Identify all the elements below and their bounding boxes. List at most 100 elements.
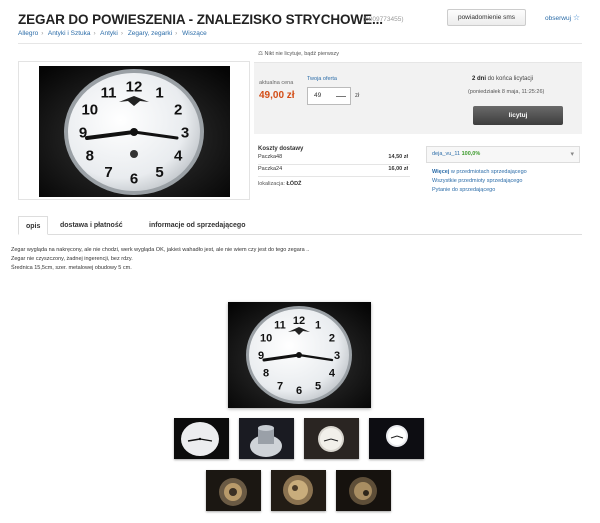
offer-input[interactable]: 49 <box>307 87 351 105</box>
thumbnail-photo <box>239 418 294 459</box>
gallery-main-image[interactable]: 12 1 2 3 4 5 6 7 8 9 10 11 <box>228 302 371 408</box>
clock-numeral: 7 <box>104 164 112 181</box>
page-title: ZEGAR DO POWIESZENIA - ZNALEZISKO STRYCH… <box>18 12 383 27</box>
description: Zegar wygląda na nakręcony, ale nie chod… <box>11 246 309 273</box>
breadcrumb-separator: › <box>175 30 178 37</box>
breadcrumb: Allegro › Antyki i Sztuka › Antyki › Zegary… <box>18 30 207 37</box>
thumbnail-photo <box>304 418 359 459</box>
breadcrumb-separator: › <box>120 30 123 37</box>
time-left: 2 dni do końca licytacji <box>472 76 533 82</box>
clock-numeral: 8 <box>86 147 94 164</box>
clock-numeral: 10 <box>260 333 272 345</box>
clock-numeral: 2 <box>174 101 182 118</box>
clock-numeral: 12 <box>126 78 143 95</box>
seller-name[interactable]: deja_vu_11 <box>432 151 460 157</box>
clock-numeral: 1 <box>155 85 163 102</box>
bids-note-text: Nikt nie licytuje, bądź pierwszy <box>264 51 340 57</box>
star-icon: ☆ <box>572 13 580 22</box>
breadcrumb-item[interactable]: Antyki i Sztuka <box>48 30 91 37</box>
sms-notification-button[interactable]: powiadomienie sms <box>447 9 526 26</box>
offer-value: 49 <box>314 92 322 99</box>
description-line: Zegar wygląda na nakręcony, ale nie chod… <box>11 247 310 253</box>
clock-numeral: 6 <box>296 385 302 397</box>
clock-photo: 12 1234567891011 <box>228 302 371 408</box>
clock-numeral: 7 <box>277 380 283 392</box>
shipping-row: Paczka48 14,50 zł <box>258 154 410 165</box>
clock-numeral: 1 <box>315 320 321 332</box>
main-image-frame[interactable]: 12 1 2 3 4 5 6 7 8 9 10 11 <box>18 61 250 200</box>
breadcrumb-item[interactable]: Zegary, zegarki <box>128 30 172 37</box>
clock-numeral: 2 <box>329 333 335 345</box>
gallery-thumbnail[interactable] <box>336 470 391 511</box>
location: lokalizacja: ŁÓDŹ <box>258 181 301 187</box>
chevron-down-icon: ▾ <box>570 151 574 158</box>
clock-numeral: 10 <box>81 101 98 118</box>
offer-label[interactable]: Twoja oferta <box>307 76 337 82</box>
thumbnail-photo <box>174 418 229 459</box>
shipping-title: Koszty dostawy <box>258 146 304 152</box>
thumbnail-photo <box>369 418 424 459</box>
gallery-thumbnail[interactable] <box>239 418 294 459</box>
days-left-text: do końca licytacji <box>486 76 534 82</box>
end-date: (poniedziałek 8 maja, 11:25:26) <box>468 89 545 95</box>
seller-more-items-link[interactable]: Więcej w przedmiotach sprzedającego <box>432 168 527 177</box>
clock-numeral: 6 <box>130 170 138 187</box>
clock-numeral: 5 <box>155 164 163 181</box>
seller-more-rest: w przedmiotach sprzedającego <box>449 169 527 175</box>
item-id: (6809773455) <box>363 16 404 23</box>
breadcrumb-item[interactable]: Allegro <box>18 30 38 37</box>
seller-rating: 100,0% <box>461 151 481 157</box>
header-divider <box>18 43 582 44</box>
tab-shipping-payment[interactable]: dostawa i płatność <box>60 216 123 235</box>
clock-numeral: 4 <box>174 147 183 164</box>
shipping-method: Paczka24 <box>258 166 283 172</box>
bids-note: ⚖ Nikt nie licytuje, bądź pierwszy <box>258 51 339 57</box>
thumbnail-photo <box>336 470 391 511</box>
days-left-count: 2 dni <box>472 76 487 82</box>
clock-numeral: 4 <box>329 368 336 380</box>
shipping-method: Paczka48 <box>258 154 283 160</box>
currency-label: zł <box>355 93 360 99</box>
clock-photo[interactable]: 12 1234567891011 <box>39 66 230 197</box>
clock-numeral: 12 <box>293 315 305 327</box>
shipping-row: Paczka24 16,00 zł <box>258 166 410 177</box>
clock-numeral: 11 <box>101 85 117 102</box>
ask-seller-link[interactable]: Pytanie do sprzedającego <box>432 186 527 195</box>
seller-all-items-link[interactable]: Wszystkie przedmioty sprzedającego <box>432 177 527 186</box>
current-price-label: aktualna cena <box>259 80 294 86</box>
watch-link[interactable]: obserwuj ☆ <box>545 13 580 22</box>
gallery-thumbnail[interactable] <box>369 418 424 459</box>
seller-links: Więcej w przedmiotach sprzedającego Wszy… <box>432 168 527 195</box>
breadcrumb-separator: › <box>41 30 44 37</box>
clock-numeral: 3 <box>181 124 189 141</box>
hammer-icon: ⚖ <box>258 51 263 57</box>
input-clear-icon <box>336 96 346 97</box>
gallery-thumbnail[interactable] <box>206 470 261 511</box>
clock-numeral: 5 <box>315 380 321 392</box>
gallery-thumbnail[interactable] <box>271 470 326 511</box>
current-price: 49,00 zł <box>259 90 295 101</box>
clock-numeral: 11 <box>274 320 286 332</box>
thumbnail-photo <box>206 470 261 511</box>
location-label: lokalizacja: <box>258 181 285 187</box>
gallery-thumbnail[interactable] <box>174 418 229 459</box>
clock-numeral: 3 <box>334 350 340 362</box>
shipping-price: 14,50 zł <box>388 154 408 160</box>
watch-label: obserwuj <box>545 15 572 22</box>
description-line: Zegar nie czyszczony, żadnej ingerencji,… <box>11 256 133 262</box>
bid-button[interactable]: licytuj <box>473 106 563 125</box>
breadcrumb-separator: › <box>93 30 96 37</box>
clock-numeral: 8 <box>263 368 269 380</box>
tab-description[interactable]: opis <box>18 216 49 235</box>
breadcrumb-item[interactable]: Antyki <box>100 30 118 37</box>
tab-seller-info[interactable]: informacje od sprzedającego <box>149 216 245 235</box>
tab-bar: opis dostawa i płatność informacje od sp… <box>18 216 582 235</box>
breadcrumb-item[interactable]: Wiszące <box>182 30 207 37</box>
description-line: Średnica 15,5cm, szer. metalowej obudowy… <box>11 265 132 271</box>
seller-dropdown[interactable]: deja_vu_11 100,0% ▾ <box>426 146 580 163</box>
thumbnail-photo <box>271 470 326 511</box>
seller-more-strong: Więcej <box>432 169 450 175</box>
gallery-thumbnail[interactable] <box>304 418 359 459</box>
buy-panel: aktualna cena 49,00 zł Twoja oferta 49 z… <box>254 62 582 134</box>
shipping-price: 16,00 zł <box>388 166 408 172</box>
